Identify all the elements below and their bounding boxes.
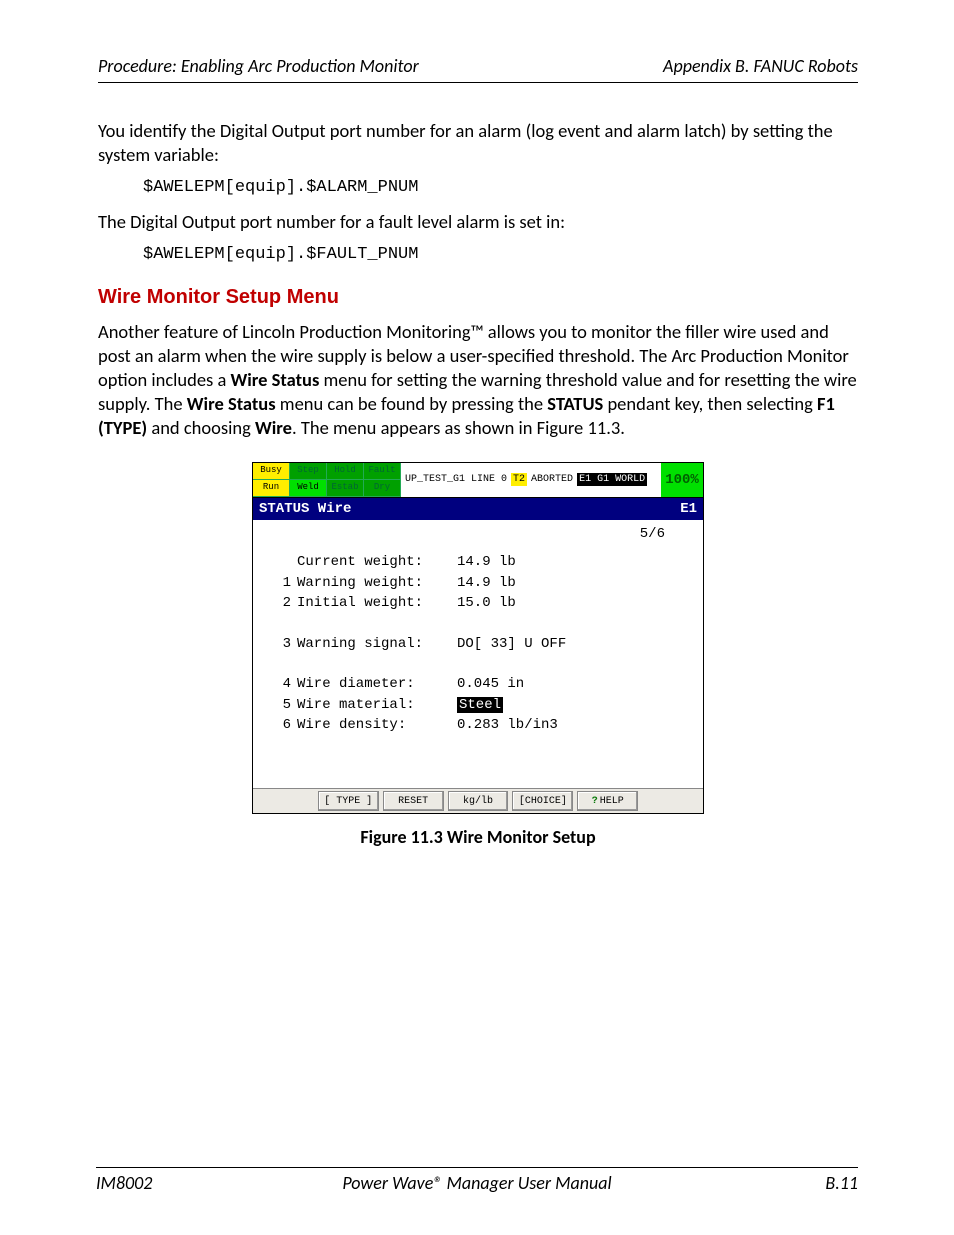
softkey-help[interactable]: ?HELP bbox=[577, 791, 638, 811]
softkey-choice[interactable]: [CHOICE] bbox=[512, 791, 573, 811]
softkey-type[interactable]: [ TYPE ] bbox=[318, 791, 379, 811]
softkey-reset[interactable]: RESET bbox=[383, 791, 444, 811]
led-hold: Hold bbox=[327, 463, 364, 480]
header-right: Appendix B. FANUC Robots bbox=[663, 55, 858, 78]
header-left: Procedure: Enabling Arc Production Monit… bbox=[98, 55, 419, 78]
footer-left: IM8002 bbox=[96, 1172, 216, 1195]
code-line: $AWELEPM[equip].$ALARM_PNUM bbox=[143, 177, 858, 199]
title-left: STATUS Wire bbox=[259, 500, 351, 518]
status-prog: UP_TEST_G1 LINE 0 bbox=[405, 473, 507, 486]
help-icon: ? bbox=[592, 795, 598, 808]
pendant-screen: 5/6 Current weight:14.9 lb 1Warning weig… bbox=[253, 520, 703, 788]
code-line: $AWELEPM[equip].$FAULT_PNUM bbox=[143, 244, 858, 266]
body-paragraph: Another feature of Lincoln Production Mo… bbox=[98, 320, 858, 440]
screen-row: 3Warning signal:DO[ 33] U OFF bbox=[263, 634, 693, 654]
led-estab: Estab bbox=[327, 480, 364, 497]
figure-caption: Figure 11.3 Wire Monitor Setup bbox=[98, 826, 858, 849]
screen-row bbox=[263, 654, 693, 674]
led-weld: Weld bbox=[290, 480, 327, 497]
title-right: E1 bbox=[680, 500, 697, 518]
softkey-bar: [ TYPE ] RESET kg/lb [CHOICE] ?HELP bbox=[253, 788, 703, 813]
body-paragraph: You identify the Digital Output port num… bbox=[98, 119, 858, 167]
screen-row bbox=[263, 613, 693, 633]
speed-percent: 100% bbox=[661, 463, 703, 497]
row-counter: 5/6 bbox=[263, 524, 693, 544]
screen-row: 4Wire diameter:0.045 in bbox=[263, 674, 693, 694]
figure: Busy Step Hold Fault Run Weld Estab Dry … bbox=[98, 462, 858, 850]
screen-row: 2Initial weight:15.0 lb bbox=[263, 593, 693, 613]
status-coord: E1 G1 WORLD bbox=[577, 473, 647, 486]
led-step: Step bbox=[290, 463, 327, 480]
screen-row: Current weight:14.9 lb bbox=[263, 552, 693, 572]
led-fault: Fault bbox=[364, 463, 401, 480]
body-paragraph: The Digital Output port number for a fau… bbox=[98, 210, 858, 234]
led-dry: Dry bbox=[364, 480, 401, 497]
led-run: Run bbox=[253, 480, 290, 497]
status-state: ABORTED bbox=[531, 473, 573, 486]
pendant-titlebar: STATUS Wire E1 bbox=[253, 498, 703, 520]
footer-center: Power Wave® Manager User Manual bbox=[216, 1172, 738, 1195]
screen-row: 1Warning weight:14.9 lb bbox=[263, 573, 693, 593]
led-grid: Busy Step Hold Fault Run Weld Estab Dry bbox=[253, 463, 401, 497]
footer-right: B.11 bbox=[738, 1172, 858, 1195]
section-heading: Wire Monitor Setup Menu bbox=[98, 284, 858, 310]
pendant-screenshot: Busy Step Hold Fault Run Weld Estab Dry … bbox=[252, 462, 704, 814]
page-footer: IM8002 Power Wave® Manager User Manual B… bbox=[96, 1167, 858, 1195]
selected-value: Steel bbox=[457, 697, 503, 713]
screen-row: 5Wire material:Steel bbox=[263, 695, 693, 715]
screen-row: 6Wire density:0.283 lb/in3 bbox=[263, 715, 693, 735]
status-t2: T2 bbox=[511, 473, 527, 486]
softkey-units[interactable]: kg/lb bbox=[448, 791, 509, 811]
softkey-blank bbox=[642, 791, 701, 811]
led-busy: Busy bbox=[253, 463, 290, 480]
status-line: UP_TEST_G1 LINE 0 T2 ABORTED E1 G1 WORLD bbox=[401, 463, 661, 497]
page-header: Procedure: Enabling Arc Production Monit… bbox=[98, 55, 858, 83]
softkey-blank bbox=[255, 791, 314, 811]
pendant-top-bar: Busy Step Hold Fault Run Weld Estab Dry … bbox=[253, 463, 703, 498]
